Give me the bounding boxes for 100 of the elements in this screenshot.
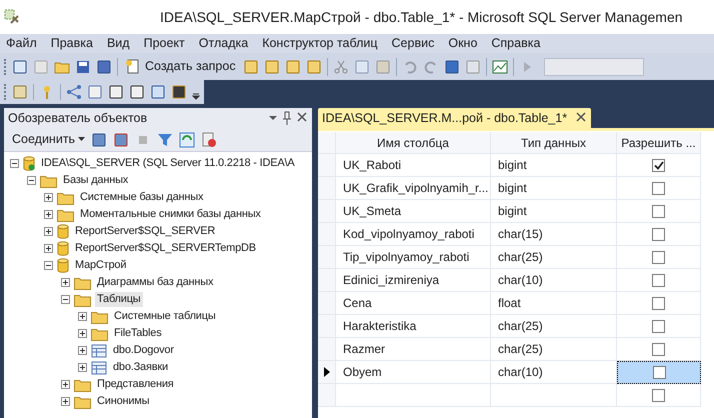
menu-item[interactable]: Отладка: [198, 34, 248, 53]
folder-icon: [74, 276, 91, 290]
refresh-icon[interactable]: [179, 132, 196, 148]
column-header[interactable]: Тип данных: [491, 132, 617, 154]
expand-toggle[interactable]: [44, 193, 53, 202]
collapse-toggle[interactable]: [44, 261, 53, 270]
folder-icon: [91, 326, 108, 340]
table-cell[interactable]: bigint: [491, 177, 617, 200]
expand-toggle[interactable]: [61, 278, 70, 287]
folder-icon: [40, 174, 57, 188]
tree-item[interactable]: Базы данных: [61, 173, 130, 188]
menu-item[interactable]: Файл: [6, 34, 37, 53]
tree-item[interactable]: dbo.Dogovor: [111, 343, 176, 358]
tree-item[interactable]: Системные базы данных: [78, 190, 206, 205]
expand-toggle[interactable]: [78, 312, 87, 321]
folder-icon: [74, 394, 91, 408]
table-cell[interactable]: Obyem: [336, 361, 491, 384]
checkbox[interactable]: [652, 274, 665, 286]
panel-title: Обозреватель объектов: [8, 110, 148, 127]
table-cell[interactable]: [491, 384, 617, 407]
tree-item[interactable]: FileTables: [112, 326, 164, 341]
expand-toggle[interactable]: [78, 346, 87, 355]
expand-toggle[interactable]: [44, 244, 53, 253]
folder-icon: [91, 310, 108, 324]
tab-title: IDEA\SQL_SERVER.M...рой - dbo.Table_1*: [322, 110, 568, 127]
scissors-icon[interactable]: [332, 58, 349, 74]
row-selector[interactable]: [318, 361, 336, 384]
table-cell[interactable]: UK_Grafik_vipolnyamih_r...: [336, 177, 491, 200]
checkbox[interactable]: [652, 228, 665, 240]
folder-icon: [57, 208, 74, 222]
table-cell[interactable]: UK_Raboti: [336, 154, 491, 177]
expand-toggle[interactable]: [78, 363, 87, 372]
expand-toggle[interactable]: [44, 227, 53, 236]
table-cell[interactable]: Cena: [336, 292, 491, 315]
checkbox[interactable]: [652, 182, 665, 194]
menu-item[interactable]: Проект: [144, 34, 185, 53]
caret-icon: [78, 137, 86, 142]
table-cell[interactable]: char(10): [491, 269, 617, 292]
dropdown-field[interactable]: [544, 58, 644, 76]
table-cell[interactable]: char(25): [491, 338, 617, 361]
tree-item[interactable]: ReportServer$SQL_SERVERTempDB: [73, 241, 258, 256]
table-cell[interactable]: Razmer: [336, 338, 491, 361]
table-cell[interactable]: float: [491, 292, 617, 315]
folder-icon: [74, 292, 91, 306]
tree-item[interactable]: ReportServer$SQL_SERVER: [73, 224, 218, 239]
checkbox[interactable]: [652, 342, 665, 356]
filter-icon[interactable]: [157, 132, 174, 148]
checkbox[interactable]: [652, 296, 665, 310]
connect-button[interactable]: Соединить: [12, 130, 86, 149]
checkbox[interactable]: [652, 250, 665, 264]
checkbox[interactable]: [652, 366, 666, 379]
table-cell[interactable]: Harakteristika: [336, 315, 491, 338]
new-query-button[interactable]: Создать запрос: [123, 57, 238, 76]
menu-item[interactable]: Вид: [106, 34, 130, 53]
checkbox[interactable]: [652, 204, 665, 218]
checkbox[interactable]: [652, 158, 665, 172]
collapse-toggle[interactable]: [27, 176, 36, 185]
relationship-icon[interactable]: [66, 84, 82, 100]
column-header[interactable]: Имя столбца: [336, 132, 491, 154]
pin-icon[interactable]: [282, 110, 292, 126]
save-icon[interactable]: [75, 58, 91, 74]
tree-item[interactable]: Представления: [95, 377, 176, 392]
table-cell[interactable]: Kod_vipolnyamoy_raboti: [336, 223, 491, 246]
checkbox[interactable]: [652, 320, 665, 332]
menu-item[interactable]: Справка: [491, 34, 540, 53]
tree-item[interactable]: Моментальные снимки базы данных: [78, 207, 263, 222]
table-cell[interactable]: [336, 384, 491, 407]
checkbox[interactable]: [652, 388, 665, 402]
menu-item[interactable]: Конструктор таблиц: [262, 34, 378, 53]
table-cell[interactable]: char(25): [491, 315, 617, 338]
table-cell[interactable]: UK_Smeta: [336, 200, 491, 223]
expand-toggle[interactable]: [44, 210, 53, 219]
tree-item[interactable]: dbo.Заявки: [111, 360, 170, 375]
column-header[interactable]: Разрешить ...: [617, 132, 701, 154]
collapse-toggle[interactable]: [61, 295, 70, 304]
table-cell[interactable]: bigint: [491, 200, 617, 223]
tree-item[interactable]: Таблицы: [95, 292, 143, 307]
expand-toggle[interactable]: [78, 329, 87, 338]
menu-item[interactable]: Сервис: [392, 34, 434, 53]
tree-item[interactable]: Диаграммы баз данных: [95, 275, 216, 290]
table-cell[interactable]: char(25): [491, 246, 617, 269]
expand-toggle[interactable]: [61, 380, 70, 389]
expand-toggle[interactable]: [61, 397, 70, 406]
checkmark-icon: [654, 160, 664, 170]
menu-item[interactable]: Окно: [448, 34, 478, 53]
tree-item[interactable]: Синонимы: [95, 394, 152, 409]
table-cell[interactable]: char(15): [491, 223, 617, 246]
table-cell[interactable]: bigint: [491, 154, 617, 177]
tree-item[interactable]: IDEA\SQL_SERVER (SQL Server 11.0.2218 - IDEA\A: [39, 156, 296, 171]
table-cell[interactable]: Tip_vipolnyamoy_raboti: [336, 246, 491, 269]
app-icon: [4, 9, 20, 25]
tree-item[interactable]: Системные таблицы: [112, 309, 218, 324]
checkbox-cell[interactable]: [617, 361, 701, 384]
menu-item[interactable]: Правка: [50, 34, 93, 53]
collapse-toggle[interactable]: [10, 159, 19, 168]
folder-icon: [74, 378, 91, 392]
chart-icon[interactable]: [492, 58, 508, 74]
tree-item[interactable]: МарСтрой: [73, 258, 128, 273]
table-cell[interactable]: Edinici_izmireniya: [336, 269, 491, 292]
document-tab[interactable]: IDEA\SQL_SERVER.M...рой - dbo.Table_1*: [318, 108, 592, 128]
